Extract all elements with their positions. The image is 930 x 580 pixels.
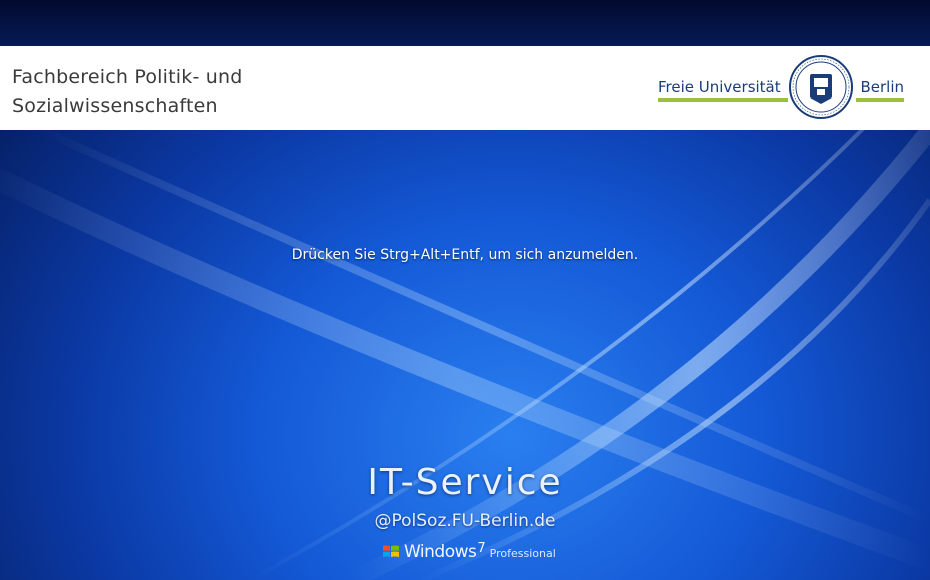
os-version: 7 bbox=[477, 541, 486, 556]
department-line-2: Sozialwissenschaften bbox=[12, 95, 218, 117]
it-service-title: IT-Service bbox=[367, 462, 563, 503]
department-title: Fachbereich Politik- und Sozialwissensch… bbox=[12, 63, 243, 121]
windows-flag-icon bbox=[383, 545, 399, 557]
os-name: Windows bbox=[404, 542, 477, 562]
department-line-1: Fachbereich Politik- und bbox=[12, 66, 243, 88]
logo-text-right: Berlin bbox=[860, 78, 904, 96]
windows-branding: Windows 7 Professional bbox=[382, 540, 556, 562]
logo-text-left: Freie Universität bbox=[658, 78, 781, 96]
it-service-domain: @PolSoz.FU-Berlin.de bbox=[374, 511, 556, 531]
fu-berlin-logo: Freie Universität Berlin bbox=[658, 54, 904, 120]
ctrl-alt-del-prompt: Drücken Sie Strg+Alt+Entf, um sich anzum… bbox=[291, 247, 639, 263]
header-banner: Fachbereich Politik- und Sozialwissensch… bbox=[0, 46, 930, 130]
logo-accent-line-right bbox=[856, 98, 904, 102]
os-edition: Professional bbox=[489, 547, 556, 560]
top-dark-band bbox=[0, 0, 930, 46]
logo-accent-line-left bbox=[658, 98, 788, 102]
university-seal-icon bbox=[789, 55, 853, 119]
